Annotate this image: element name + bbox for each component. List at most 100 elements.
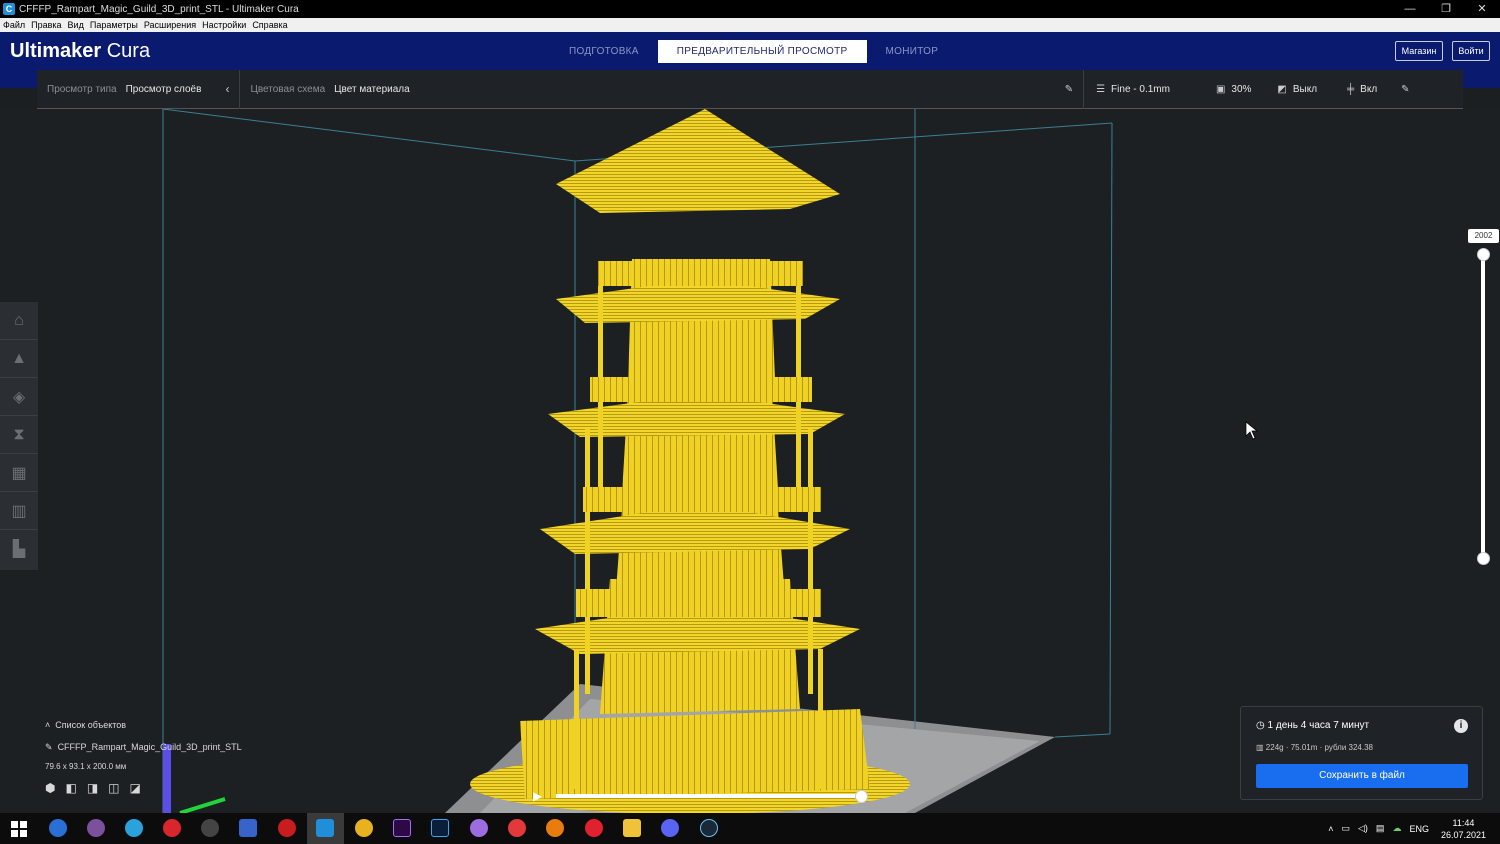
top-view-icon[interactable]: ◨ (87, 781, 108, 795)
tab-preview[interactable]: ПРЕДВАРИТЕЛЬНЫЙ ПРОСМОТР (657, 40, 867, 63)
path-slider-track[interactable] (556, 794, 861, 798)
volume-icon[interactable]: ◁) (1358, 823, 1368, 834)
filament-icon: ▥ (1256, 743, 1264, 752)
color-scheme-label: Цветовая схема (250, 83, 326, 95)
save-app-icon[interactable] (239, 819, 257, 837)
menu-help[interactable]: Справка (252, 20, 287, 30)
tab-prepare[interactable]: ПОДГОТОВКА (550, 40, 658, 63)
telegram-icon[interactable] (125, 819, 143, 837)
taskbar-app-icon[interactable] (470, 819, 488, 837)
chrome-icon[interactable] (355, 819, 373, 837)
path-slider-handle[interactable] (855, 790, 868, 803)
window-title: CFFFP_Rampart_Magic_Guild_3D_print_STL -… (19, 3, 299, 15)
custom-settings-pencil-icon[interactable]: ✎ (1401, 84, 1409, 95)
menu-preferences[interactable]: Настройки (202, 20, 246, 30)
print-profile[interactable]: Fine - 0.1mm (1111, 84, 1170, 95)
object-list-header[interactable]: ˄ Список объектов (45, 720, 242, 730)
divider (239, 69, 241, 109)
windows-start-icon[interactable] (11, 821, 27, 837)
app-logo: Ultimaker Cura (10, 40, 151, 62)
view-toolbar: Просмотр типа Просмотр слоёв ‹ Цветовая … (37, 69, 1463, 109)
rotate-tool-icon[interactable]: ◈ (0, 378, 38, 416)
photoshop-icon[interactable] (431, 819, 449, 837)
object-name-row[interactable]: ✎ CFFFP_Rampart_Magic_Guild_3D_print_STL (45, 742, 242, 753)
stage-tabs: ПОДГОТОВКА ПРЕДВАРИТЕЛЬНЫЙ ПРОСМОТР МОНИ… (550, 40, 957, 63)
object-dimensions: 79.6 x 93.1 x 200.0 мм (45, 762, 127, 771)
menu-bar: Файл Правка Вид Параметры Расширения Нас… (0, 18, 1500, 32)
close-button[interactable]: ✕ (1464, 0, 1500, 18)
y-axis (179, 797, 226, 813)
obs-icon[interactable] (201, 819, 219, 837)
play-icon[interactable]: ▶ (533, 789, 542, 803)
taskbar-app-icon[interactable] (163, 819, 181, 837)
view-type-label: Просмотр типа (47, 83, 117, 95)
cloud-icon[interactable]: ☁ (1392, 823, 1401, 834)
cura-app-icon: C (3, 3, 15, 15)
discord-icon[interactable] (661, 819, 679, 837)
object-list: ˄ Список объектов ✎ CFFFP_Rampart_Magic_… (45, 720, 242, 795)
adhesion-value[interactable]: Вкл (1360, 84, 1377, 95)
cura-taskbar-icon[interactable] (316, 819, 334, 837)
print-time: ◷ 1 день 4 часа 7 минут (1256, 720, 1370, 731)
opera-icon[interactable] (585, 819, 603, 837)
menu-edit[interactable]: Правка (31, 20, 61, 30)
left-view-icon[interactable]: ◫ (108, 781, 129, 795)
layer-slider-bottom-handle[interactable] (1477, 552, 1490, 565)
menu-file[interactable]: Файл (3, 20, 25, 30)
layer-slider-track[interactable] (1481, 254, 1485, 560)
menu-view[interactable]: Вид (68, 20, 84, 30)
view-type-select[interactable]: Просмотр слоёв (126, 84, 202, 95)
viber-icon[interactable] (87, 819, 105, 837)
network-icon[interactable]: ▭ (1341, 823, 1350, 834)
infill-value[interactable]: 30% (1231, 84, 1251, 95)
file-explorer-icon[interactable] (623, 819, 641, 837)
print-info-panel: ◷ 1 день 4 часа 7 минут i ▥ 224g · 75.01… (1240, 706, 1483, 800)
layer-number-label[interactable]: 2002 (1468, 229, 1499, 243)
pagoda-model (470, 109, 910, 813)
notification-icon[interactable]: ▤ (1376, 823, 1385, 834)
material-usage: ▥ 224g · 75.01m · рубли 324.38 (1256, 743, 1373, 752)
scale-tool-icon[interactable]: ▲ (0, 340, 38, 378)
left-toolbar: ⌂ ▲ ◈ ⧗ ▦ ▥ ▙ (0, 302, 38, 570)
layer-slider-top-handle[interactable] (1477, 248, 1490, 261)
pencil-icon: ✎ (45, 742, 53, 752)
clock[interactable]: 11:44 26.07.2021 (1441, 817, 1486, 841)
mirror-tool-icon[interactable]: ⧗ (0, 416, 38, 454)
store-button[interactable]: Магазин (1395, 41, 1443, 61)
login-button[interactable]: Войти (1452, 41, 1490, 61)
steam-icon[interactable] (700, 819, 718, 837)
record-app-icon[interactable] (278, 819, 296, 837)
minimize-button[interactable]: — (1392, 0, 1428, 18)
tab-monitor[interactable]: МОНИТОР (867, 40, 958, 63)
support-value[interactable]: Выкл (1293, 84, 1317, 95)
infill-icon: ▣ (1215, 83, 1226, 95)
window-titlebar: C CFFFP_Rampart_Magic_Guild_3D_print_STL… (0, 0, 1500, 18)
divider (1083, 69, 1085, 109)
blender-icon[interactable] (546, 819, 564, 837)
taskbar-app-icon[interactable] (49, 819, 67, 837)
save-to-file-button[interactable]: Сохранить в файл (1256, 764, 1468, 788)
move-tool-icon[interactable]: ⌂ (0, 302, 38, 340)
window-controls: — ❐ ✕ (1392, 0, 1500, 18)
info-icon[interactable]: i (1454, 719, 1468, 733)
taskbar-app-icon[interactable] (508, 819, 526, 837)
view-orientation-buttons: ⬢◧◨◫◪ (45, 781, 242, 795)
pencil-icon[interactable]: ✎ (1065, 84, 1073, 95)
premiere-icon[interactable] (393, 819, 411, 837)
maximize-button[interactable]: ❐ (1428, 0, 1464, 18)
clock-icon: ◷ (1256, 720, 1265, 731)
profile-icon: ☰ (1096, 83, 1106, 95)
stairs-tool-icon[interactable]: ▙ (0, 530, 38, 568)
menu-settings[interactable]: Параметры (90, 20, 138, 30)
menu-extensions[interactable]: Расширения (144, 20, 196, 30)
right-view-icon[interactable]: ◪ (130, 781, 151, 795)
mouse-cursor (1245, 421, 1258, 440)
chevron-up-icon[interactable]: ˄ (1328, 824, 1333, 834)
color-scheme-select[interactable]: Цвет материала (334, 84, 410, 95)
chevron-left-icon[interactable]: ‹ (225, 82, 229, 96)
per-model-settings-icon[interactable]: ▦ (0, 454, 38, 492)
front-view-icon[interactable]: ◧ (65, 781, 86, 795)
3d-view-icon[interactable]: ⬢ (45, 781, 65, 795)
language-indicator[interactable]: ENG (1409, 824, 1429, 834)
support-blocker-icon[interactable]: ▥ (0, 492, 38, 530)
